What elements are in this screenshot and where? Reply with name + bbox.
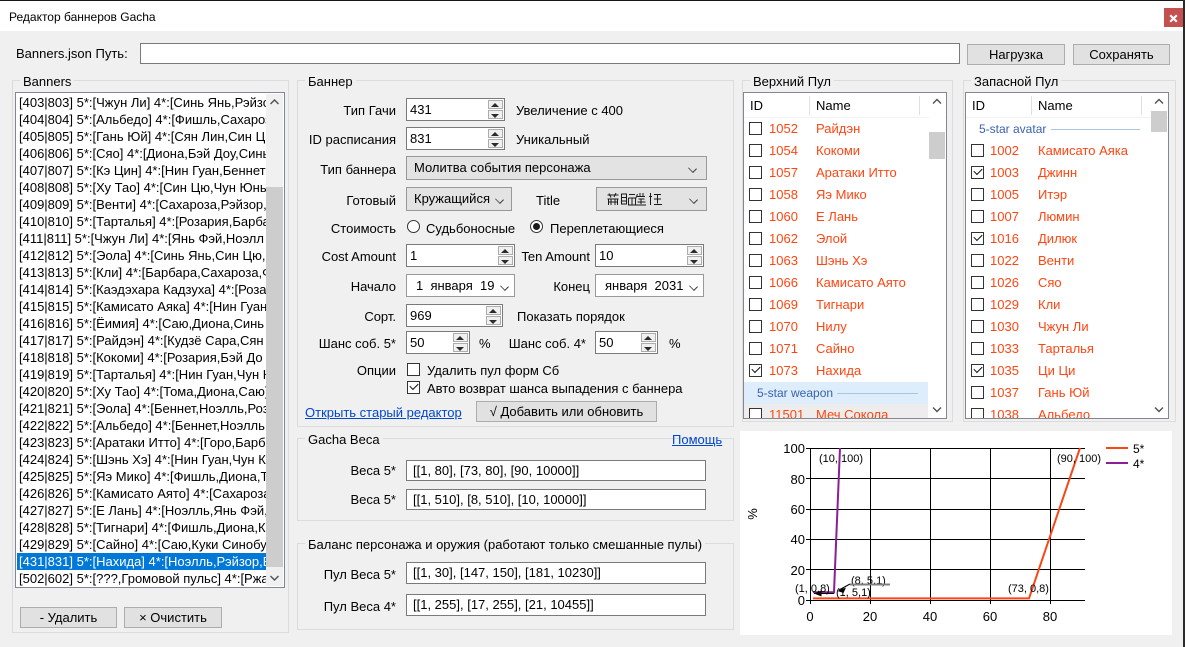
svg-text:60: 60 [791, 502, 805, 517]
svg-text:40: 40 [923, 609, 937, 624]
svg-text:40: 40 [791, 532, 805, 547]
svg-text:(10, 100): (10, 100) [819, 453, 863, 465]
svg-text:80: 80 [791, 472, 805, 487]
svg-text:5*: 5* [1133, 442, 1145, 456]
svg-text:(90, 100): (90, 100) [1057, 453, 1101, 465]
svg-text:%: % [745, 508, 760, 520]
svg-text:20: 20 [863, 609, 877, 624]
svg-text:100: 100 [783, 441, 805, 456]
svg-text:20: 20 [791, 563, 805, 578]
svg-text:60: 60 [983, 609, 997, 624]
svg-text:0: 0 [798, 593, 805, 608]
svg-text:(73, 0,8): (73, 0,8) [1008, 583, 1049, 595]
svg-text:0: 0 [806, 609, 813, 624]
svg-text:80: 80 [1043, 609, 1057, 624]
svg-text:4*: 4* [1133, 457, 1145, 471]
